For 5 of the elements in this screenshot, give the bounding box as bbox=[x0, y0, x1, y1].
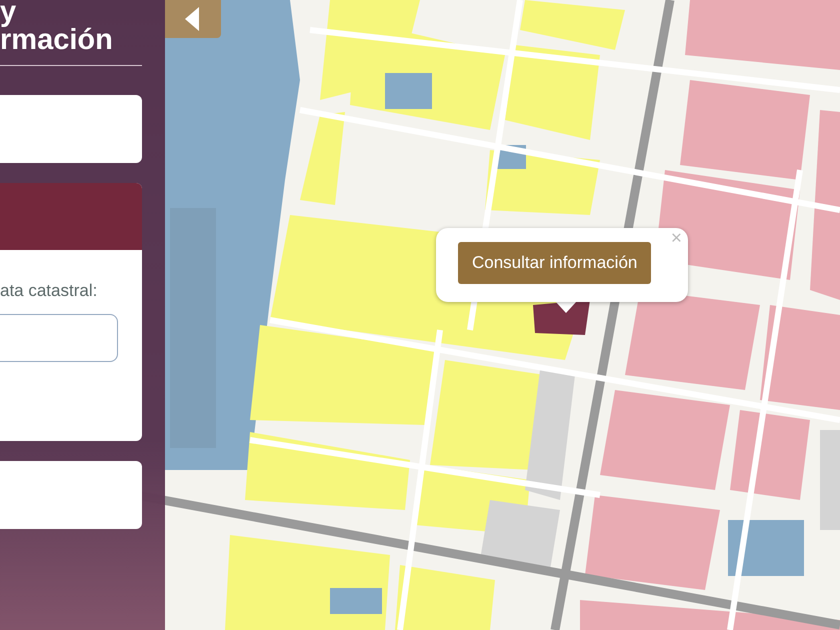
consult-button[interactable]: Consultar información bbox=[458, 242, 652, 284]
input-field[interactable] bbox=[0, 314, 118, 362]
field-label: ata catastral: bbox=[0, 280, 98, 302]
panel-title: y bbox=[0, 0, 16, 28]
collapse-button[interactable] bbox=[165, 0, 221, 38]
